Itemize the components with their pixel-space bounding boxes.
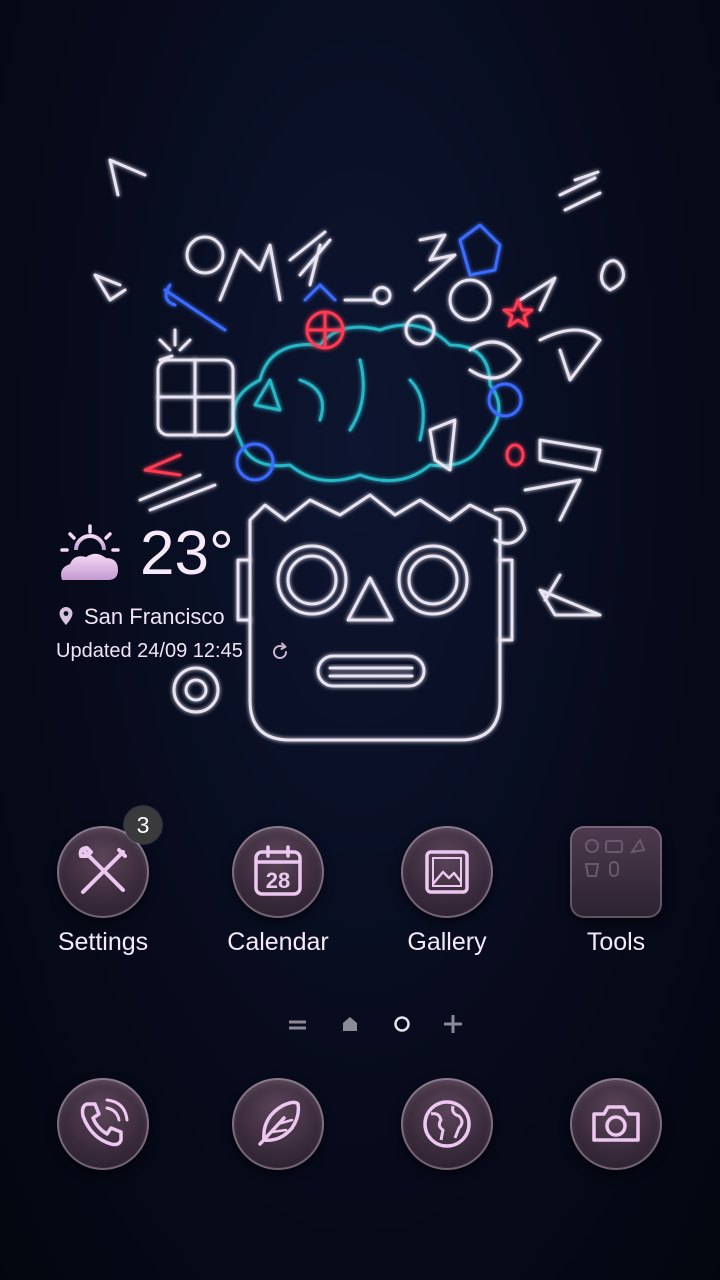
- dock-notes[interactable]: [203, 1078, 353, 1170]
- home-indicator-icon[interactable]: [342, 1016, 358, 1032]
- updated-time: Updated 24/09 12:45: [56, 640, 243, 662]
- calendar-day: 28: [266, 868, 290, 893]
- gallery-app-icon[interactable]: [401, 826, 493, 918]
- feather-icon: [258, 1100, 301, 1146]
- page-indicator: [0, 1012, 720, 1036]
- browser-app-icon[interactable]: [401, 1078, 493, 1170]
- folder-icon[interactable]: [570, 826, 662, 918]
- app-tools-folder[interactable]: Tools: [541, 826, 691, 957]
- camera-icon: [592, 1105, 640, 1142]
- gallery-label: Gallery: [407, 928, 487, 956]
- add-page-icon[interactable]: [443, 1014, 463, 1034]
- settings-label: Settings: [57, 928, 149, 956]
- temperature: 23°: [140, 519, 234, 588]
- menu-indicator-icon[interactable]: [288, 1018, 307, 1030]
- partly-cloudy-sun-icon: [60, 524, 120, 580]
- tools-label: Tools: [586, 928, 646, 956]
- app-calendar[interactable]: 28 Calendar: [203, 826, 353, 957]
- calendar-icon: 28: [254, 845, 302, 896]
- globe-icon: [423, 1100, 471, 1148]
- phone-app-icon[interactable]: [57, 1078, 149, 1170]
- tools-wrench-screwdriver-icon: [78, 846, 127, 894]
- dock-phone[interactable]: [28, 1078, 178, 1170]
- calendar-app-icon[interactable]: 28: [232, 826, 324, 918]
- page-dot-icon[interactable]: [393, 1015, 411, 1033]
- app-settings[interactable]: Settings: [28, 826, 178, 957]
- folder-contents-icon: [584, 837, 646, 877]
- dock-browser[interactable]: [372, 1078, 522, 1170]
- app-gallery[interactable]: Gallery: [372, 826, 522, 957]
- refresh-icon[interactable]: [270, 642, 290, 662]
- calendar-label: Calendar: [227, 928, 329, 956]
- camera-app-icon[interactable]: [570, 1078, 662, 1170]
- location-label: San Francisco: [84, 604, 225, 629]
- notification-badge: 3: [124, 806, 162, 844]
- wallpaper-neon-illustration: [93, 158, 625, 742]
- notes-app-icon[interactable]: [232, 1078, 324, 1170]
- phone-icon: [80, 1098, 129, 1147]
- picture-icon: [425, 850, 469, 894]
- dock-camera[interactable]: [541, 1078, 691, 1170]
- location-pin-icon: [59, 607, 73, 625]
